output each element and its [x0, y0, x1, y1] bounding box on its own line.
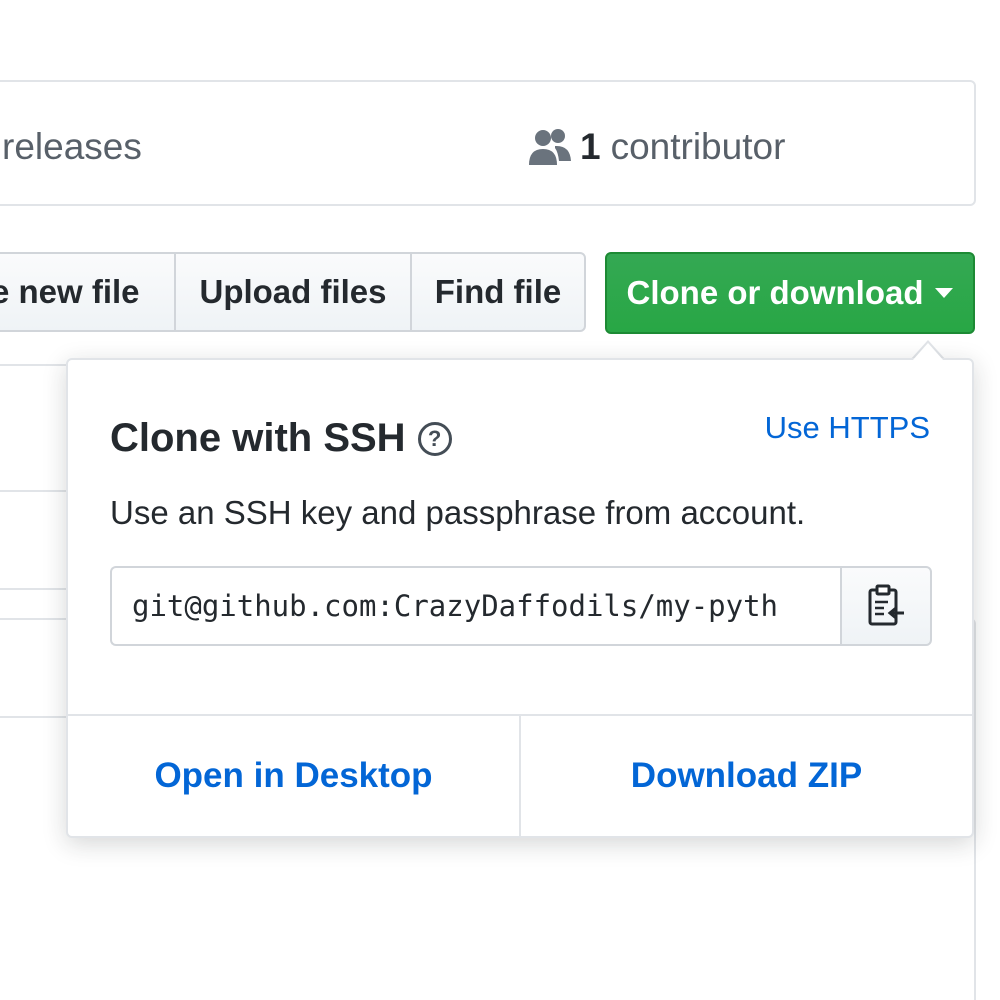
- people-icon: [529, 129, 571, 165]
- copy-url-button[interactable]: [840, 566, 932, 646]
- clone-popover-footer: Open in Desktop Download ZIP: [68, 714, 972, 836]
- contributors-link[interactable]: 1 contributor: [528, 126, 785, 168]
- popover-arrow-fill: [912, 343, 944, 361]
- releases-link[interactable]: releases: [2, 126, 142, 168]
- clone-popover-title: Clone with SSH ?: [110, 416, 452, 461]
- repo-summary-bar: releases 1 contributor: [0, 80, 976, 206]
- contributors-label: contributor: [610, 126, 786, 167]
- clipboard-icon: [868, 584, 905, 626]
- clone-url-input[interactable]: git@github.com:CrazyDaffodils/my-pyth: [110, 566, 841, 646]
- clone-description: Use an SSH key and passphrase from accou…: [110, 494, 806, 531]
- repo-page: releases 1 contributor te new file Uploa…: [0, 0, 1000, 1000]
- clone-or-download-button[interactable]: Clone or download: [605, 252, 975, 334]
- file-actions-group: te new file Upload files Find file: [0, 252, 586, 332]
- clone-title-text: Clone with SSH: [110, 416, 406, 460]
- open-in-desktop-button[interactable]: Open in Desktop: [68, 716, 519, 836]
- find-file-button[interactable]: Find file: [410, 252, 586, 332]
- download-zip-button[interactable]: Download ZIP: [519, 716, 972, 836]
- contributors-count: 1: [580, 126, 601, 167]
- clone-popover: Clone with SSH ? Use HTTPS Use an SSH ke…: [66, 358, 974, 838]
- clone-or-download-label: Clone or download: [626, 274, 924, 311]
- use-https-link[interactable]: Use HTTPS: [765, 410, 930, 446]
- clone-url-group: git@github.com:CrazyDaffodils/my-pyth: [110, 566, 932, 646]
- caret-down-icon: [935, 288, 954, 298]
- create-new-file-button[interactable]: te new file: [0, 252, 176, 332]
- upload-files-button[interactable]: Upload files: [174, 252, 412, 332]
- help-icon[interactable]: ?: [417, 421, 452, 456]
